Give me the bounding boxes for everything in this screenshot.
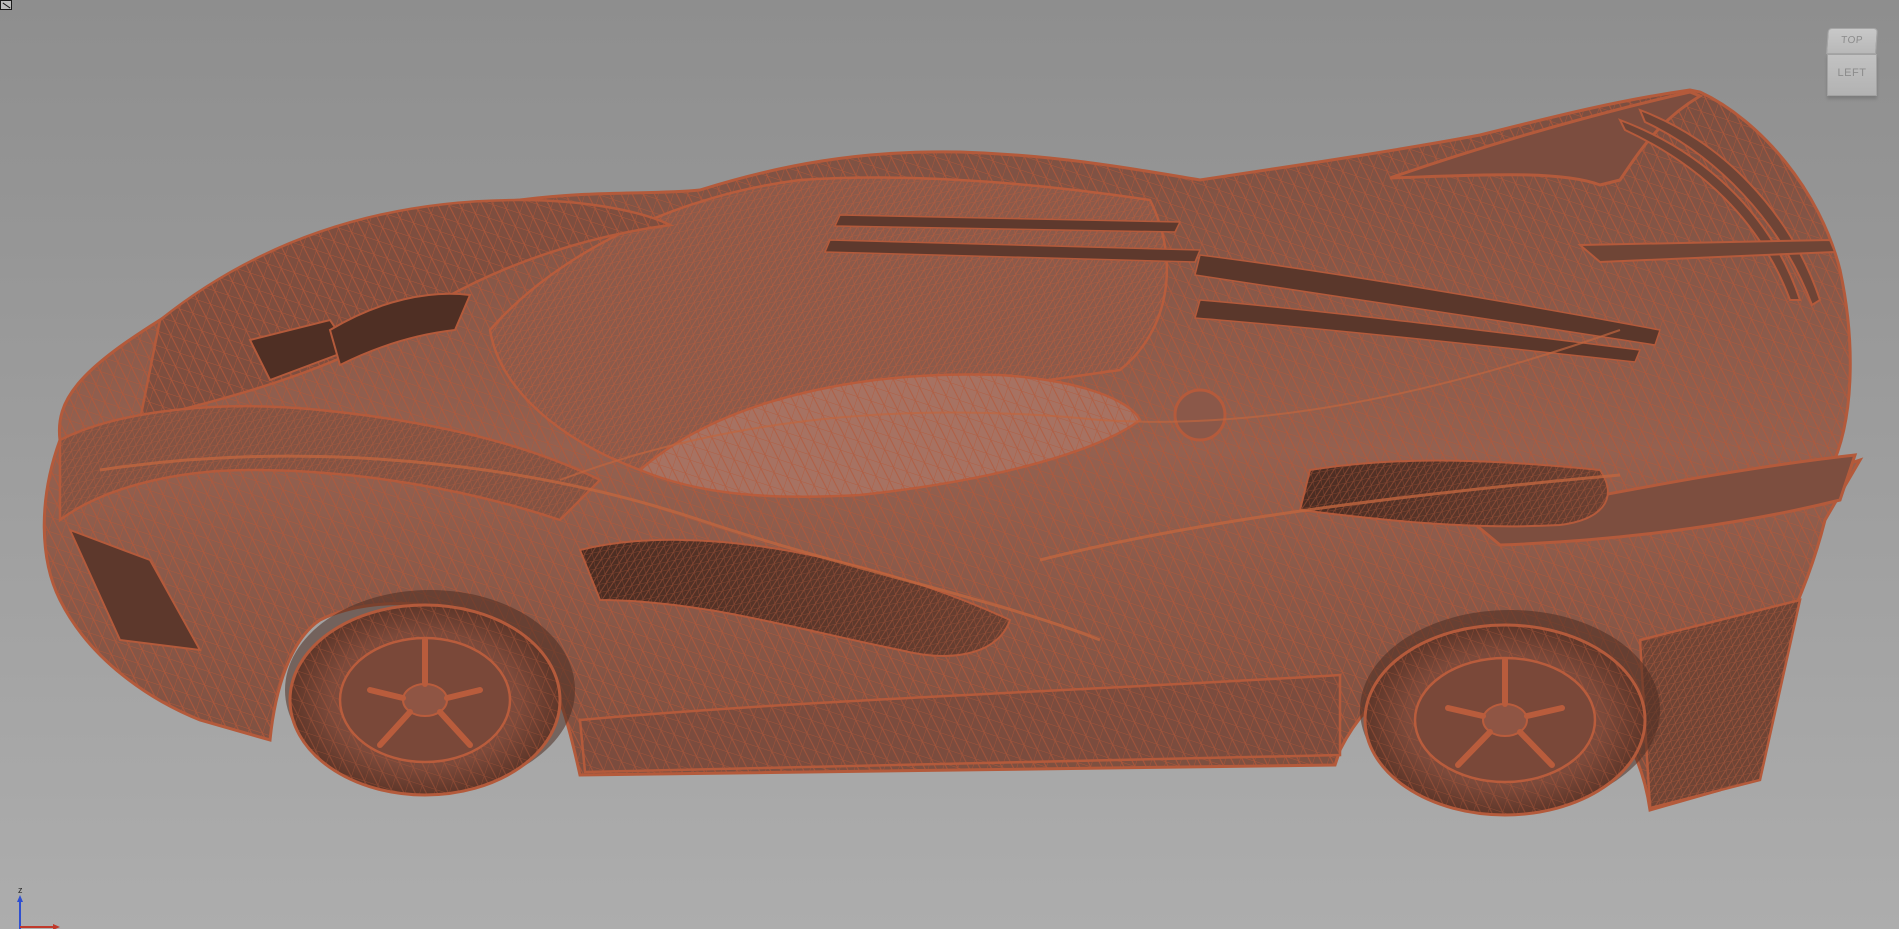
viewcube-top-face[interactable]: TOP <box>1826 28 1878 54</box>
viewcube-top-label: TOP <box>1840 35 1864 46</box>
3d-viewport[interactable]: TOP LEFT z <box>0 0 1899 929</box>
axis-z-label: z <box>18 885 23 895</box>
axis-tripod: z <box>8 885 68 929</box>
viewcube-left-face[interactable]: LEFT <box>1827 54 1877 96</box>
viewcube-left-label: LEFT <box>1837 67 1867 79</box>
axis-gizmo-icon <box>17 895 60 929</box>
viewcube[interactable]: TOP LEFT <box>1823 28 1879 100</box>
rear-wheel <box>1363 623 1647 817</box>
front-wheel <box>288 603 562 797</box>
car-wireframe-model[interactable] <box>0 0 1899 929</box>
fuel-cap <box>1173 388 1227 442</box>
